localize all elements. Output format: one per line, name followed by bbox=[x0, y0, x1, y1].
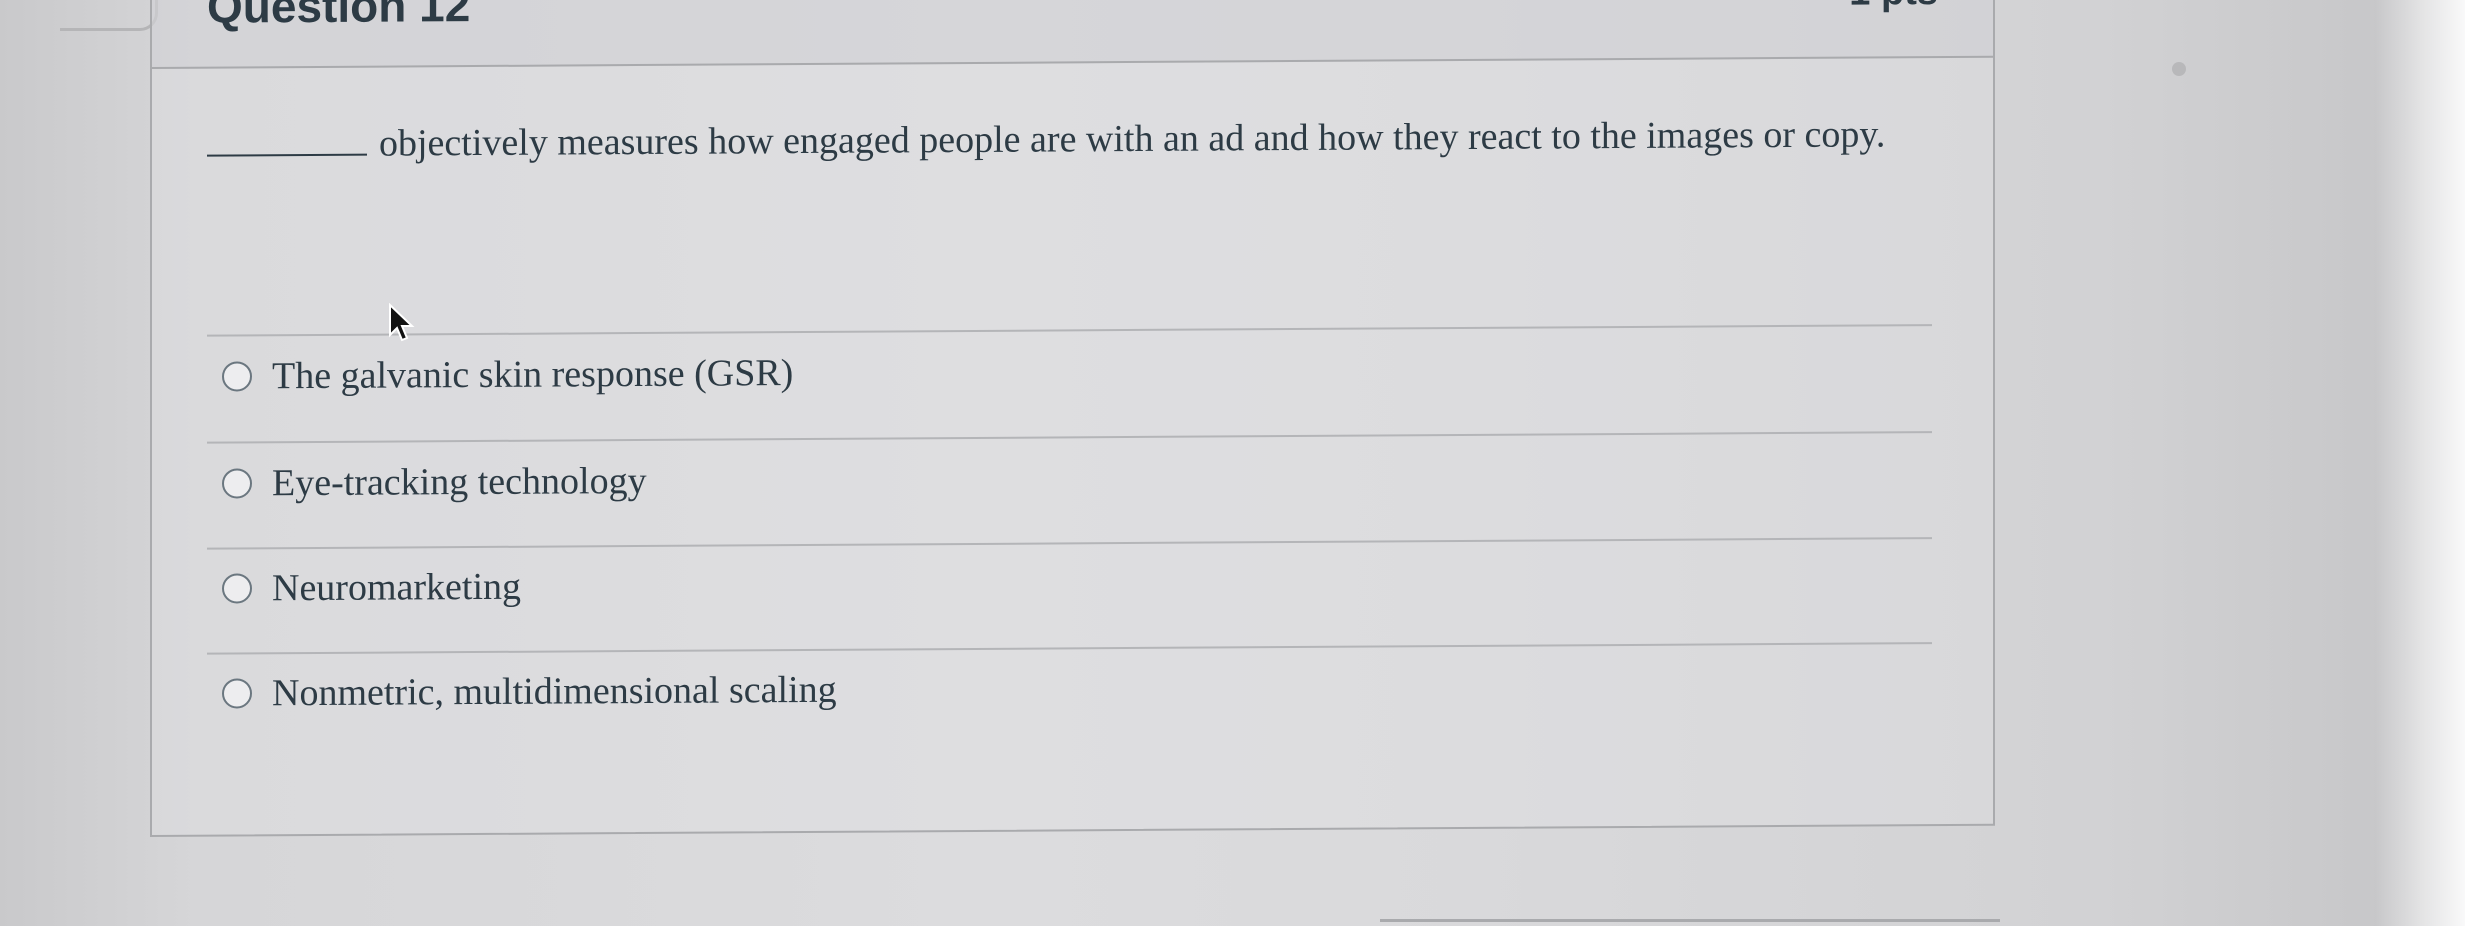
question-points: 1 pts bbox=[1849, 0, 1938, 14]
radio-button[interactable] bbox=[222, 361, 252, 392]
answer-label[interactable]: Nonmetric, multidimensional scaling bbox=[272, 668, 837, 715]
fill-in-blank bbox=[207, 123, 367, 157]
question-prompt: objectively measures how engaged people … bbox=[379, 113, 1886, 165]
answer-divider bbox=[207, 431, 1932, 444]
screen-smudge bbox=[2172, 62, 2186, 76]
answer-divider bbox=[207, 537, 1932, 550]
question-title: Question 12 bbox=[207, 0, 471, 33]
radio-button[interactable] bbox=[222, 468, 252, 499]
answer-option-neuromarketing[interactable]: Neuromarketing bbox=[222, 565, 521, 611]
question-text: objectively measures how engaged people … bbox=[207, 101, 1907, 177]
answers-divider bbox=[207, 324, 1932, 337]
mouse-pointer-icon bbox=[389, 303, 415, 342]
answer-option-eye-tracking[interactable]: Eye-tracking technology bbox=[222, 459, 647, 506]
radio-button[interactable] bbox=[222, 678, 252, 709]
question-header: Question 12 1 pts bbox=[152, 0, 1993, 69]
answer-divider bbox=[207, 642, 1932, 655]
question-card: Question 12 1 pts objectively measures h… bbox=[150, 0, 1995, 838]
answer-option-gsr[interactable]: The galvanic skin response (GSR) bbox=[222, 351, 793, 398]
next-card-edge bbox=[1380, 919, 2000, 922]
answer-label[interactable]: Neuromarketing bbox=[272, 565, 521, 611]
previous-question-card-edge bbox=[60, 0, 158, 31]
answer-option-nonmetric-scaling[interactable]: Nonmetric, multidimensional scaling bbox=[222, 668, 837, 716]
answer-label[interactable]: The galvanic skin response (GSR) bbox=[272, 351, 793, 398]
screen-glare bbox=[2375, 0, 2465, 926]
radio-button[interactable] bbox=[222, 573, 252, 604]
answer-label[interactable]: Eye-tracking technology bbox=[272, 459, 647, 505]
